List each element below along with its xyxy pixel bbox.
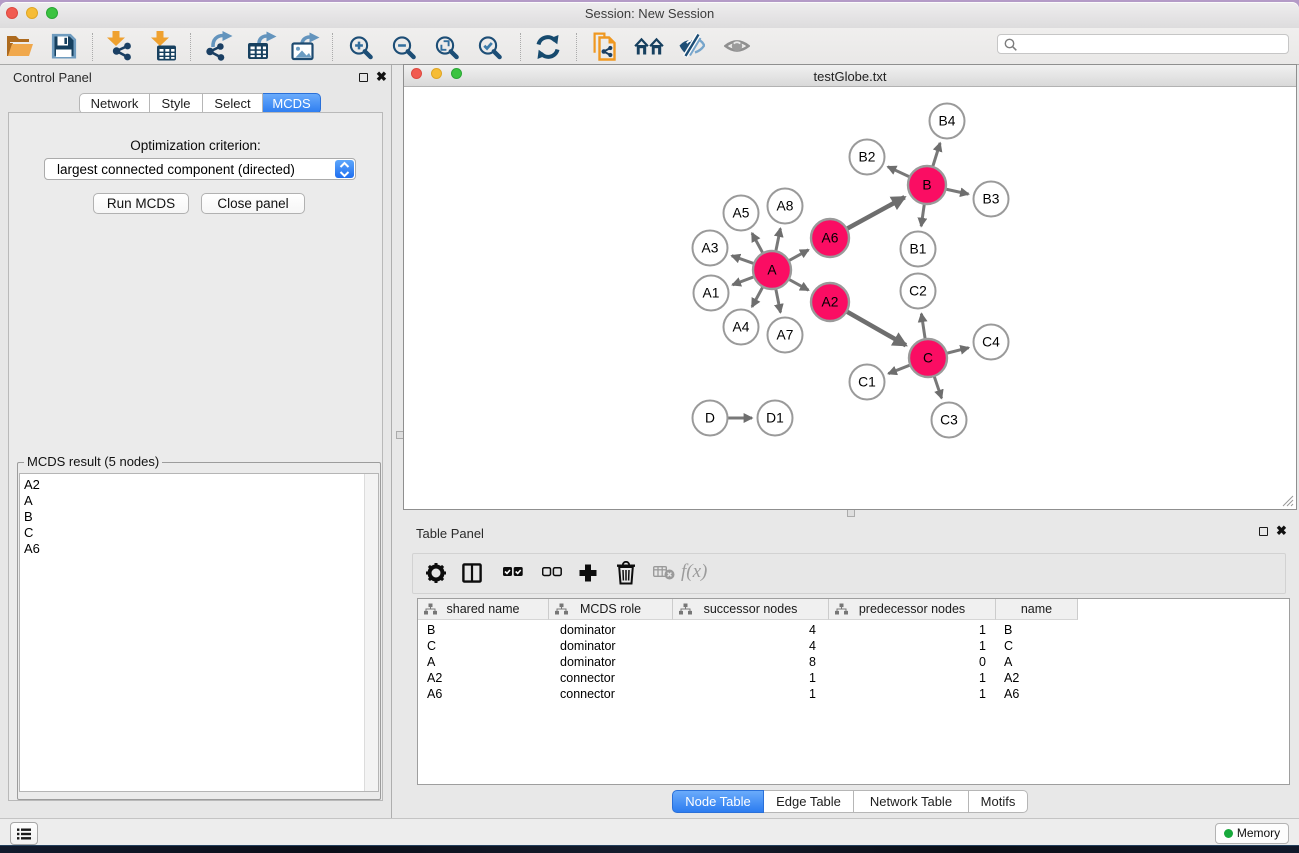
svg-text:A2: A2 [822,295,839,310]
svg-text:A: A [767,263,777,278]
svg-text:A3: A3 [702,241,719,256]
svg-text:A1: A1 [703,286,720,301]
svg-text:C3: C3 [940,413,958,428]
svg-text:C2: C2 [909,284,927,299]
svg-text:A5: A5 [733,206,750,221]
svg-text:C4: C4 [982,335,1000,350]
svg-text:A7: A7 [777,328,794,343]
svg-text:C1: C1 [858,375,876,390]
svg-text:A8: A8 [777,199,794,214]
svg-text:B4: B4 [939,114,956,129]
svg-text:C: C [923,351,933,366]
svg-text:B: B [922,178,931,193]
svg-text:D: D [705,411,715,426]
svg-text:B2: B2 [859,150,876,165]
svg-text:A6: A6 [822,231,839,246]
svg-text:A4: A4 [733,320,750,335]
svg-text:D1: D1 [766,411,784,426]
svg-text:B1: B1 [910,242,927,257]
svg-text:B3: B3 [983,192,1000,207]
